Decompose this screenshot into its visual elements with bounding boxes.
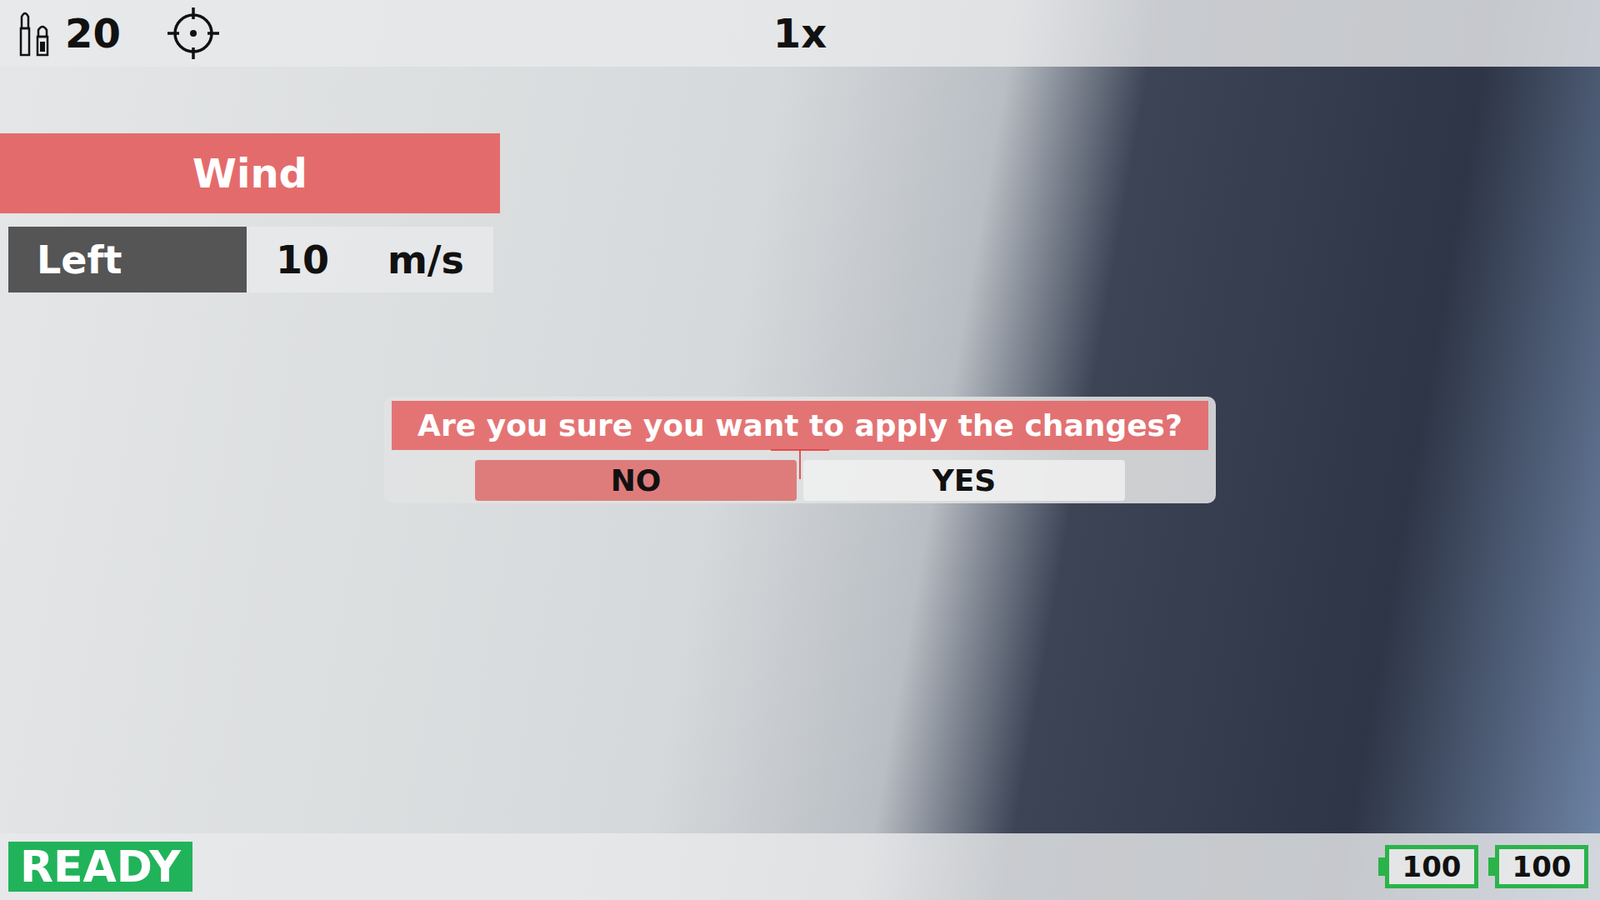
dialog-button[interactable]: NO	[475, 460, 797, 501]
wind-direction[interactable]: Left	[8, 226, 247, 293]
battery-nub	[1378, 857, 1385, 876]
scope-view: 20 1x Wind Left 10 m/s READY 100 100 Are you sure…	[0, 0, 1600, 900]
ammo-count: 20	[65, 10, 121, 57]
confirm-dialog: Are you sure you want to apply the chang…	[384, 396, 1216, 504]
crosshair-icon[interactable]	[165, 5, 221, 61]
wind-unit: m/s	[387, 237, 465, 283]
dialog-button[interactable]: YES	[803, 460, 1125, 501]
bottom-bar: READY 100 100	[0, 833, 1600, 900]
battery-indicator: 100	[1378, 845, 1479, 889]
top-bar: 20 1x	[0, 0, 1600, 67]
wind-speed[interactable]: 10	[275, 237, 330, 283]
wind-panel: Wind Left 10 m/s	[0, 133, 500, 293]
battery-nub	[1488, 857, 1495, 876]
reticle	[770, 449, 830, 480]
battery-indicator: 100	[1488, 845, 1589, 889]
zoom-level[interactable]: 1x	[773, 10, 827, 57]
dialog-question: Are you sure you want to apply the chang…	[391, 400, 1209, 450]
wind-title: Wind	[0, 133, 500, 214]
status-badge: READY	[8, 841, 193, 892]
battery-value: 100	[1495, 845, 1589, 889]
battery-value: 100	[1385, 845, 1479, 889]
ammo-icon	[15, 10, 54, 57]
wind-row[interactable]: Left 10 m/s	[8, 226, 494, 293]
